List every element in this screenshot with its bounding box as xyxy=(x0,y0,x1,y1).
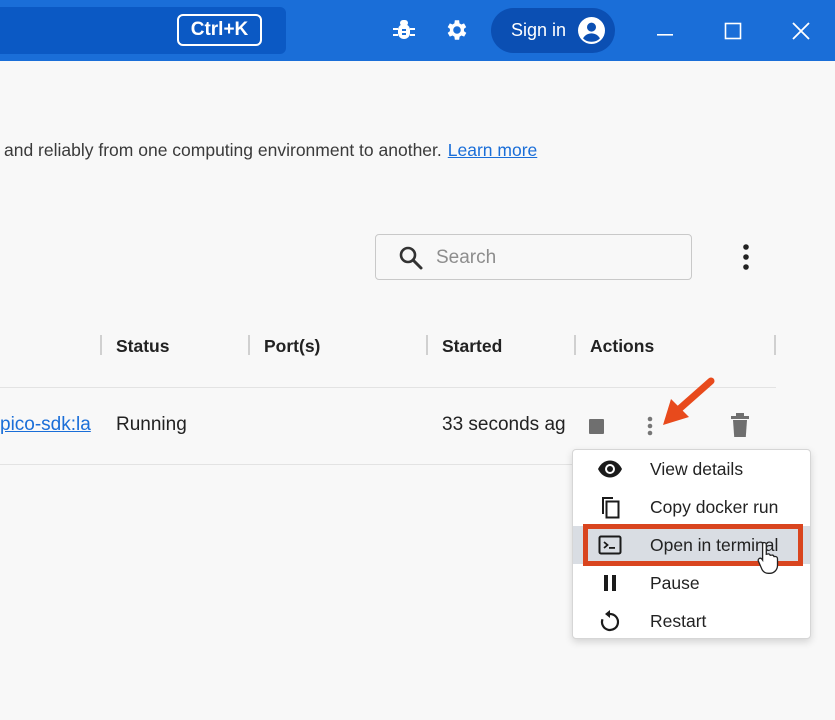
maximize-icon[interactable] xyxy=(718,16,748,46)
column-header-started[interactable]: Started xyxy=(442,336,502,357)
row-actions-menu-icon[interactable] xyxy=(640,413,660,439)
menu-item-view-details[interactable]: View details xyxy=(573,450,810,488)
annotation-arrow-icon xyxy=(663,377,715,425)
shortcut-badge: Ctrl+K xyxy=(177,14,262,46)
image-link[interactable]: pico-sdk:la xyxy=(0,414,91,435)
description-text: and reliably from one computing environm… xyxy=(4,140,442,160)
column-divider[interactable] xyxy=(248,335,250,355)
menu-item-label: View details xyxy=(650,459,744,479)
image-cell[interactable]: pico-sdk:la xyxy=(0,414,101,436)
row-actions-menu: View details Copy docker run Open in ter… xyxy=(572,449,811,639)
pause-icon xyxy=(597,571,623,595)
menu-item-label: Restart xyxy=(650,611,707,631)
menu-item-open-in-terminal[interactable]: Open in terminal xyxy=(573,526,810,564)
title-bar: Ctrl+K Sign in xyxy=(0,0,835,61)
restart-icon xyxy=(597,609,623,633)
container-search[interactable] xyxy=(375,234,692,280)
status-cell: Running xyxy=(116,414,187,435)
menu-item-label: Copy docker run xyxy=(650,497,779,517)
sign-in-label: Sign in xyxy=(511,20,567,40)
menu-item-pause[interactable]: Pause xyxy=(573,564,810,602)
description-line: and reliably from one computing environm… xyxy=(4,140,537,161)
copy-icon xyxy=(597,495,623,519)
column-header-actions: Actions xyxy=(590,336,655,356)
close-icon[interactable] xyxy=(786,16,816,46)
column-divider[interactable] xyxy=(100,335,102,355)
header-divider xyxy=(0,387,776,388)
column-divider xyxy=(774,335,776,355)
menu-item-label: Pause xyxy=(650,573,700,593)
column-header-ports[interactable]: Port(s) xyxy=(264,336,320,357)
terminal-icon xyxy=(597,533,623,557)
more-options-icon[interactable] xyxy=(734,242,758,272)
account-icon xyxy=(578,17,605,44)
search-icon xyxy=(398,245,424,271)
column-divider[interactable] xyxy=(574,335,576,355)
column-header-status[interactable]: Status xyxy=(116,336,169,357)
column-divider[interactable] xyxy=(426,335,428,355)
menu-item-label: Open in terminal xyxy=(650,535,779,555)
bug-icon[interactable] xyxy=(390,16,418,44)
eye-icon xyxy=(597,457,623,481)
menu-item-restart[interactable]: Restart xyxy=(573,602,810,640)
menu-item-copy-docker-run[interactable]: Copy docker run xyxy=(573,488,810,526)
trash-icon[interactable] xyxy=(729,413,751,439)
search-input[interactable] xyxy=(436,244,676,272)
stop-icon[interactable] xyxy=(589,419,604,434)
started-cell: 33 seconds ag xyxy=(442,414,566,435)
learn-more-link[interactable]: Learn more xyxy=(448,140,538,160)
gear-icon[interactable] xyxy=(443,16,471,44)
sign-in-button[interactable]: Sign in xyxy=(491,8,615,53)
minimize-icon[interactable] xyxy=(650,16,680,46)
